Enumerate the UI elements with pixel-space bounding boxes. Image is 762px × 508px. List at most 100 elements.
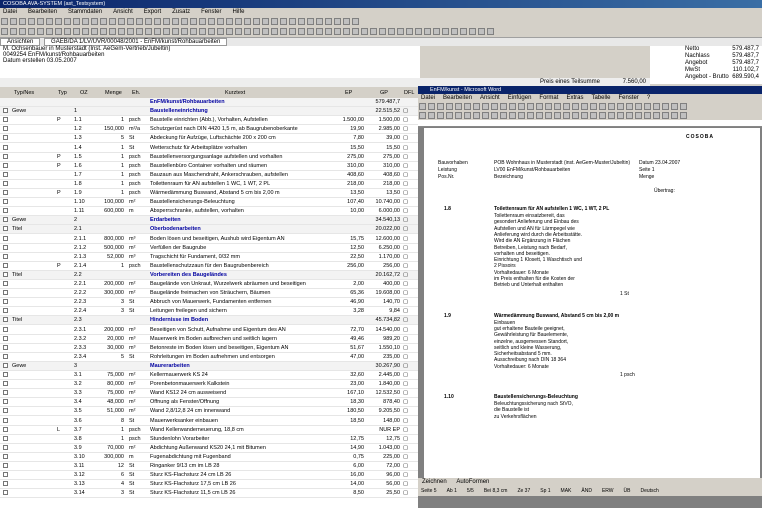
word-toolbar-button-icon[interactable] [653,112,660,119]
grid-section-row[interactable]: Titel 2.1 Oberbodenarbeiten 20.022,00 ▢ [0,225,418,235]
tab-document[interactable]: GAEB/DA 1/LV/UVR/00048/2001 - EnFM/kunst… [44,38,228,46]
word-toolbar-button-icon[interactable] [482,112,489,119]
toolbar-button-icon[interactable] [253,18,260,25]
row-checkbox[interactable] [3,408,8,414]
grid-item-row[interactable]: 2.2.2 300,000 m² Baugelände freimachen von … [0,289,418,299]
word-toolbar-button-icon[interactable] [455,103,462,110]
toolbar-button-icon[interactable] [64,18,71,25]
word-toolbar-button-icon[interactable] [572,103,579,110]
menu-item[interactable]: Bearbeiten [28,9,57,15]
row-flag-icon[interactable]: ▢ [403,363,417,369]
toolbar-button-icon[interactable] [73,18,80,25]
grid-item-row[interactable]: 3.4 48,000 m² Öffnung als Fenster/Öffnung 18… [0,398,418,408]
grid-item-row[interactable]: L 3.7 1 psch Wand Kellerwanderneuerung, 18,8… [0,426,418,435]
word-toolbar-button-icon[interactable] [491,112,498,119]
toolbar-button-icon[interactable] [100,28,107,35]
row-flag-icon[interactable]: ▢ [403,336,417,342]
grid-item-row[interactable]: 3.9 70,000 m² Abdichtung Außenwand KS20 24,… [0,444,418,453]
row-checkbox[interactable] [3,108,8,114]
word-menu-item[interactable]: ? [647,95,650,101]
grid-item-row[interactable]: 1.10 100,000 m² Baustellensicherungs-Beleuc… [0,198,418,208]
row-checkbox[interactable] [3,453,8,459]
row-flag-icon[interactable]: ▢ [403,454,417,460]
word-toolbar-button-icon[interactable] [617,112,624,119]
grid-item-row[interactable]: 1.2 150,000 m²/a Schutzgerüst nach DIN 4420… [0,125,418,135]
toolbar-button-icon[interactable] [109,28,116,35]
toolbar-button-icon[interactable] [469,28,476,35]
grid-item-row[interactable]: 2.2.1 200,000 m² Baugelände von Unkraut, Wu… [0,280,418,289]
word-toolbar-button-icon[interactable] [536,103,543,110]
grid-item-row[interactable]: 3.13 4 St Sturz KS-Flachsturz 17,5 cm LB 26… [0,480,418,490]
row-checkbox[interactable] [3,217,8,223]
toolbar-button-icon[interactable] [127,18,134,25]
toolbar-button-icon[interactable] [172,18,179,25]
row-checkbox[interactable] [3,190,8,195]
word-menu-item[interactable]: Einfügen [508,95,532,101]
row-flag-icon[interactable]: ▢ [403,263,417,269]
row-flag-icon[interactable]: ▢ [403,445,417,451]
row-checkbox[interactable] [3,308,8,314]
grid-item-row[interactable]: 3.3 75,000 m² Wand KS12 24 cm ausweisend 167… [0,389,418,399]
word-toolbar-button-icon[interactable] [644,103,651,110]
toolbar-button-icon[interactable] [442,28,449,35]
menu-item[interactable]: Zusatz [172,9,190,15]
row-flag-icon[interactable]: ▢ [403,390,417,396]
toolbar-button-icon[interactable] [415,28,422,35]
menu-item[interactable]: Stammdaten [68,9,102,15]
toolbar-button-icon[interactable] [271,28,278,35]
word-toolbar-button-icon[interactable] [473,103,480,110]
grid-item-row[interactable]: 2.3.3 30,000 m³ Betonreste im Boden lösen u… [0,344,418,353]
toolbar-button-icon[interactable] [46,18,53,25]
grid-section-row[interactable]: Gewerk 1 Baustelleneinrichtung 22.515,52▢ [0,107,418,117]
row-flag-icon[interactable]: ▢ [403,436,417,442]
grid-item-row[interactable]: 2.2.4 3 St Leitungen freilegen und sichern 3… [0,307,418,317]
row-checkbox[interactable] [3,463,8,468]
row-flag-icon[interactable]: ▢ [403,172,417,178]
word-toolbar-button-icon[interactable] [554,112,561,119]
word-toolbar-button-icon[interactable] [518,103,525,110]
toolbar-button-icon[interactable] [460,28,467,35]
grid-item-row[interactable]: 3.8 1 psch Stundenlohn Vorarbeiter 12,75 12,7… [0,435,418,444]
row-flag-icon[interactable]: ▢ [403,199,417,205]
row-flag-icon[interactable]: ▢ [403,472,417,478]
word-toolbar-button-icon[interactable] [428,112,435,119]
toolbar-button-icon[interactable] [190,28,197,35]
word-toolbar-button-icon[interactable] [437,112,444,119]
toolbar-button-icon[interactable] [136,18,143,25]
toolbar-button-icon[interactable] [118,28,125,35]
row-flag-icon[interactable]: ▢ [403,308,417,314]
toolbar-button-icon[interactable] [82,18,89,25]
grid-item-row[interactable]: 2.3.1 200,000 m³ Beseitigen von Schutt, Auf… [0,326,418,335]
row-flag-icon[interactable]: ▢ [403,126,417,132]
word-toolbar-button-icon[interactable] [590,103,597,110]
toolbar-button-icon[interactable] [91,18,98,25]
toolbar-button-icon[interactable] [352,18,359,25]
toolbar-button-icon[interactable] [271,18,278,25]
row-checkbox[interactable] [3,281,8,286]
grid-item-row[interactable]: 1.4 1 St Wetterschutz für Arbeitsplätze vor… [0,144,418,153]
row-checkbox[interactable] [3,271,8,277]
row-checkbox[interactable] [3,444,8,450]
grid-item-row[interactable]: 1.8 1 psch Toilettenraum für AN aufstellen … [0,180,418,189]
row-flag-icon[interactable]: ▢ [403,327,417,333]
row-checkbox[interactable] [3,372,8,377]
grid-item-row[interactable]: 3.1 75,000 m² Kellermauerwerk KS 24 32,60 2.4… [0,371,418,380]
toolbar-button-icon[interactable] [91,28,98,35]
word-page[interactable]: COSOBA Bauvorhaben Leistung Pos.Nr. POB Woh… [424,128,760,478]
row-checkbox[interactable] [3,117,8,123]
col-typ[interactable]: Typ/Nes [14,90,34,96]
row-checkbox[interactable] [3,253,8,259]
word-toolbar-button-icon[interactable] [491,103,498,110]
grid-item-row[interactable]: 1.11 600,000 m Absperrschranke, aufstellen,… [0,207,418,217]
toolbar-button-icon[interactable] [10,18,17,25]
toolbar-button-icon[interactable] [1,28,8,35]
toolbar-button-icon[interactable] [181,28,188,35]
row-flag-icon[interactable]: ▢ [403,226,417,232]
word-toolbar-button-icon[interactable] [590,112,597,119]
grid-root-row[interactable]: EnFM/kunst/Rohbauarbeiten 579.487,7 [0,98,418,107]
toolbar-button-icon[interactable] [235,28,242,35]
col-flag[interactable]: DFL [404,90,414,96]
row-checkbox[interactable] [3,144,8,150]
word-toolbar-button-icon[interactable] [428,103,435,110]
row-flag-icon[interactable]: ▢ [403,345,417,351]
